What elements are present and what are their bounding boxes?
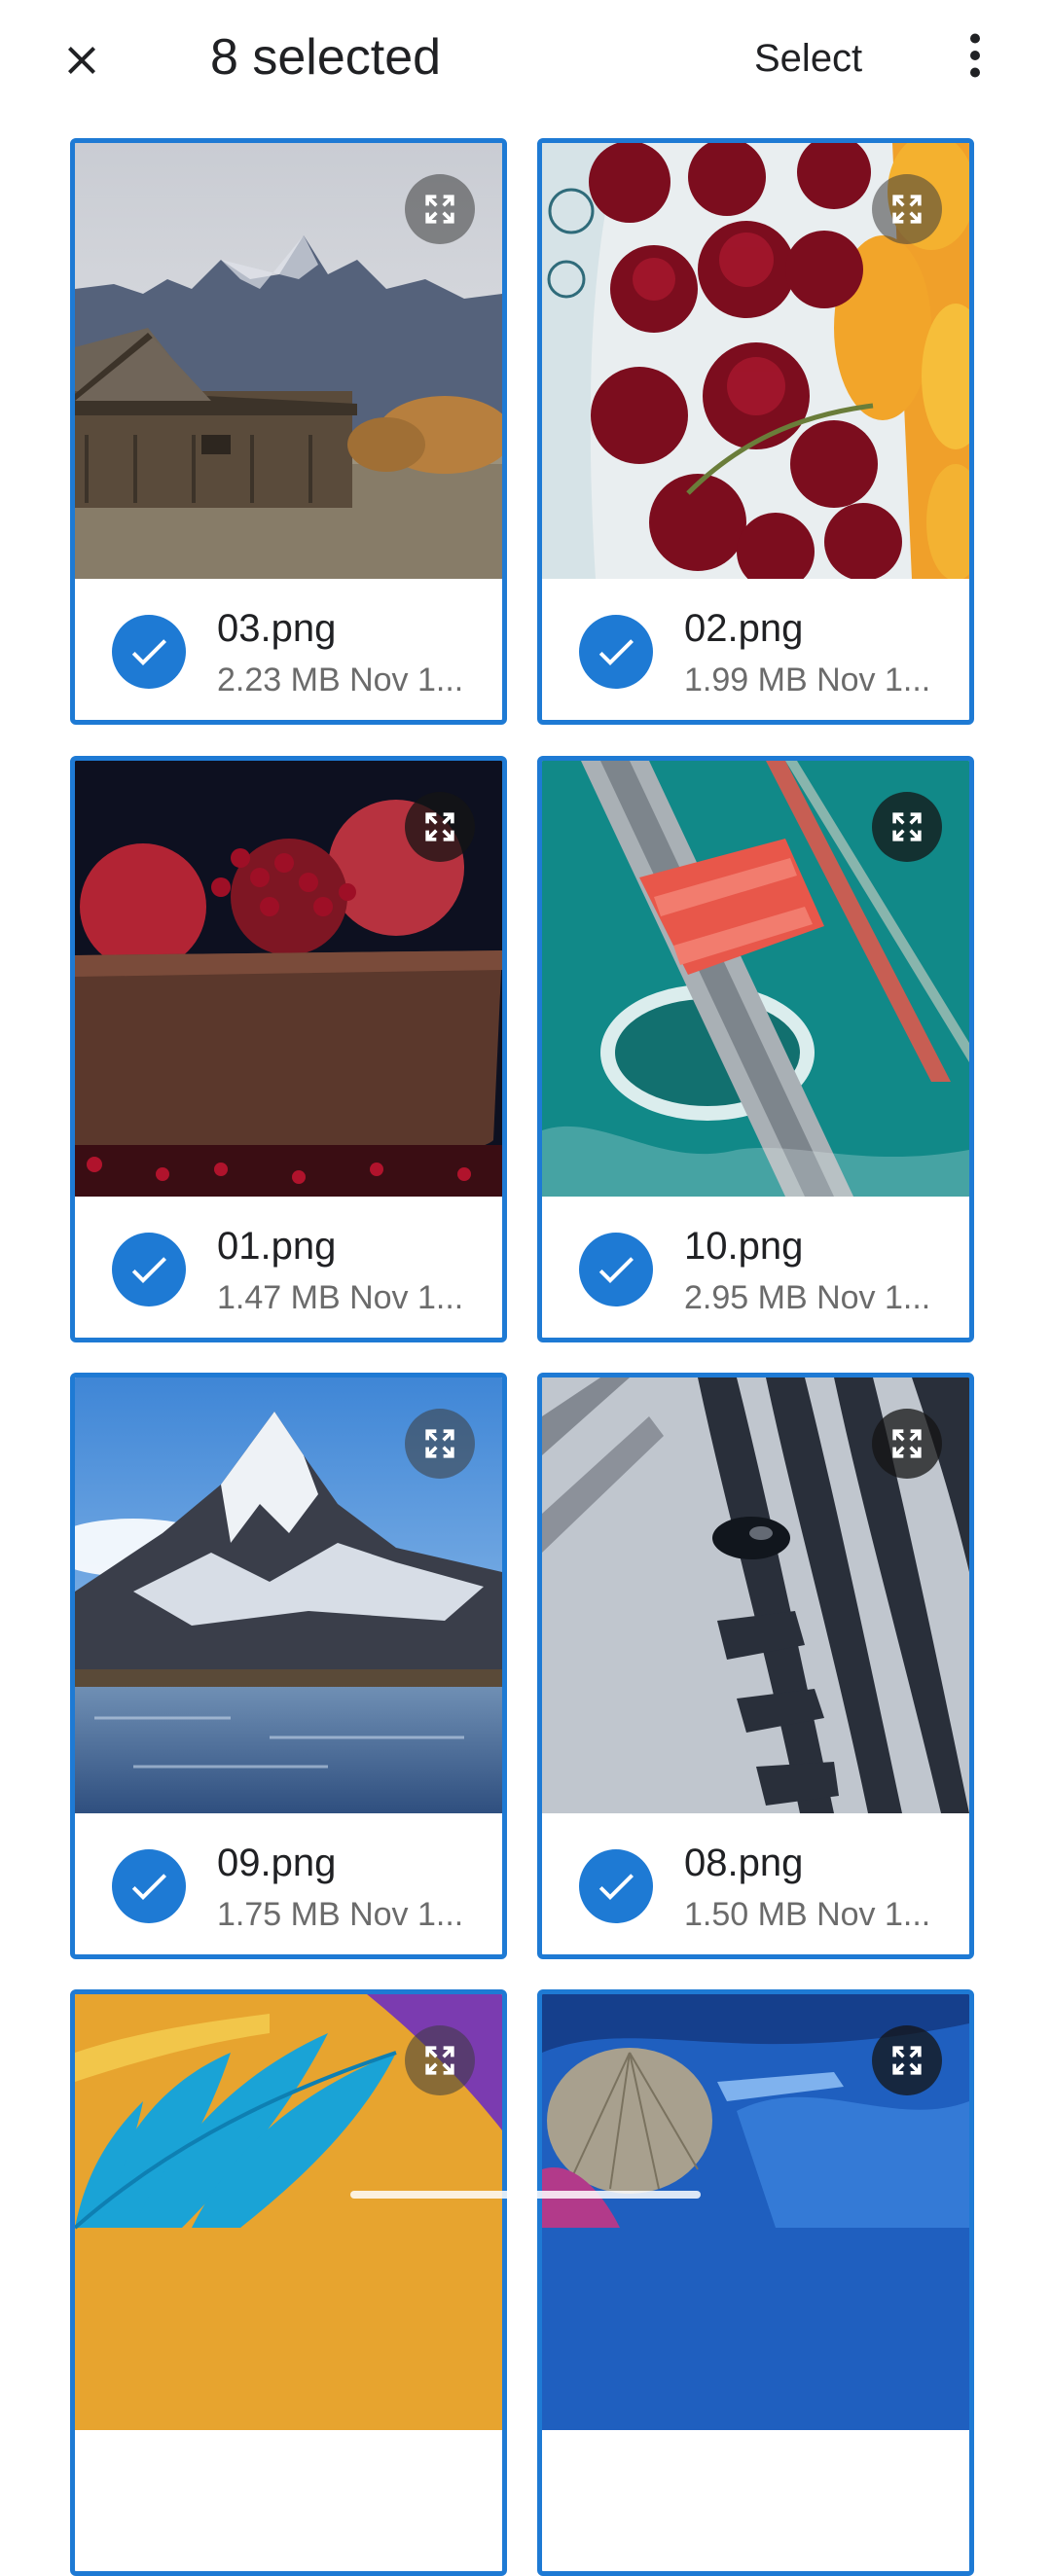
expand-button[interactable] <box>872 2025 942 2095</box>
expand-icon <box>425 2046 454 2075</box>
expand-icon <box>892 812 922 841</box>
file-name: 03.png <box>217 607 337 650</box>
selection-count-title: 8 selected <box>210 29 442 86</box>
file-name: 08.png <box>684 1842 804 1884</box>
gesture-nav-bar[interactable] <box>350 2191 701 2199</box>
file-card[interactable]: 02.png 1.99 MB Nov 1... <box>537 138 974 725</box>
expand-icon <box>892 1429 922 1458</box>
check-icon <box>131 1874 166 1900</box>
close-button[interactable] <box>49 27 115 93</box>
check-icon <box>131 1257 166 1283</box>
thumbnail-image <box>542 143 969 579</box>
expand-button[interactable] <box>405 174 475 244</box>
file-meta: 2.95 MB Nov 1... <box>684 1279 931 1316</box>
file-name: 10.png <box>684 1225 804 1268</box>
check-icon <box>598 1874 634 1900</box>
file-name: 02.png <box>684 607 804 650</box>
thumbnail-image <box>75 1377 502 1813</box>
file-grid: 03.png 2.23 MB Nov 1... 02.png 1.99 MB N… <box>0 0 1051 2576</box>
more-options-button[interactable] <box>944 24 1006 87</box>
file-meta: 1.47 MB Nov 1... <box>217 1279 464 1316</box>
file-name: 01.png <box>217 1225 337 1268</box>
file-meta: 1.99 MB Nov 1... <box>684 662 931 698</box>
selected-check[interactable] <box>112 615 186 689</box>
file-card[interactable]: 08.png 1.50 MB Nov 1... <box>537 1373 974 1959</box>
check-icon <box>598 1257 634 1283</box>
expand-icon <box>425 195 454 224</box>
selected-check[interactable] <box>112 1233 186 1306</box>
selected-check[interactable] <box>579 1233 653 1306</box>
file-card[interactable] <box>537 1989 974 2576</box>
file-name: 09.png <box>217 1842 337 1884</box>
selected-check[interactable] <box>112 1849 186 1923</box>
expand-button[interactable] <box>405 2025 475 2095</box>
thumbnail-image <box>542 761 969 1197</box>
check-icon <box>598 639 634 665</box>
expand-button[interactable] <box>872 792 942 862</box>
expand-icon <box>425 812 454 841</box>
expand-button[interactable] <box>872 174 942 244</box>
file-card[interactable]: 09.png 1.75 MB Nov 1... <box>70 1373 507 1959</box>
expand-button[interactable] <box>405 1409 475 1479</box>
top-app-bar: 8 selected Select <box>0 0 1051 117</box>
expand-icon <box>892 2046 922 2075</box>
expand-icon <box>425 1429 454 1458</box>
file-meta: 2.23 MB Nov 1... <box>217 662 464 698</box>
expand-button[interactable] <box>872 1409 942 1479</box>
thumbnail-image <box>542 1994 969 2430</box>
close-icon <box>68 47 95 74</box>
file-meta: 1.50 MB Nov 1... <box>684 1896 931 1933</box>
expand-icon <box>892 195 922 224</box>
selected-check[interactable] <box>579 1849 653 1923</box>
selected-check[interactable] <box>579 615 653 689</box>
thumbnail-image <box>75 1994 502 2430</box>
select-button[interactable]: Select <box>754 29 862 88</box>
more-vert-icon <box>970 33 980 78</box>
file-card[interactable]: 10.png 2.95 MB Nov 1... <box>537 756 974 1342</box>
thumbnail-image <box>542 1377 969 1813</box>
check-icon <box>131 639 166 665</box>
thumbnail-image <box>75 143 502 579</box>
expand-button[interactable] <box>405 792 475 862</box>
file-card[interactable]: 01.png 1.47 MB Nov 1... <box>70 756 507 1342</box>
file-card[interactable] <box>70 1989 507 2576</box>
file-card[interactable]: 03.png 2.23 MB Nov 1... <box>70 138 507 725</box>
thumbnail-image <box>75 761 502 1197</box>
file-meta: 1.75 MB Nov 1... <box>217 1896 464 1933</box>
